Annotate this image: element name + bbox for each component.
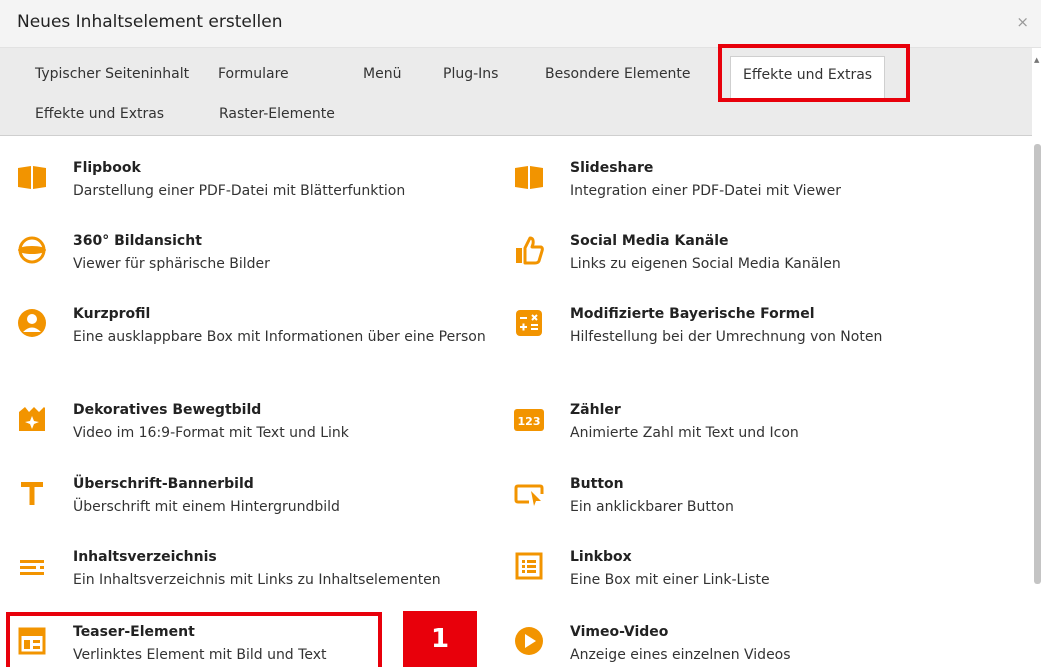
element-name: Linkbox bbox=[570, 549, 632, 565]
calculator-icon bbox=[516, 310, 542, 336]
element-name: Kurzprofil bbox=[73, 306, 151, 322]
tab-besondere-elemente[interactable]: Besondere Elemente bbox=[545, 66, 691, 82]
element-name: Inhaltsverzeichnis bbox=[73, 549, 217, 565]
element-name: Button bbox=[570, 476, 624, 492]
panorama-icon bbox=[18, 236, 46, 264]
element-name: Flipbook bbox=[73, 160, 141, 176]
counter-icon-label: 123 bbox=[518, 415, 541, 428]
tab-plug-ins[interactable]: Plug-Ins bbox=[443, 66, 498, 82]
tab-raster-elemente[interactable]: Raster-Elemente bbox=[219, 106, 335, 122]
element-desc: Anzeige eines einzelnen Videos bbox=[570, 647, 791, 663]
step-badge: 1 bbox=[403, 611, 477, 667]
element-name: 360° Bildansicht bbox=[73, 233, 202, 249]
teaser-highlight bbox=[6, 612, 382, 667]
scroll-up-icon[interactable]: ▲ bbox=[1034, 56, 1041, 64]
book-icon bbox=[515, 166, 543, 189]
element-name: Überschrift-Bannerbild bbox=[73, 476, 254, 492]
tab-menu[interactable]: Menü bbox=[363, 66, 401, 82]
element-name: Modifizierte Bayerische Formel bbox=[570, 306, 815, 322]
element-desc: Links zu eigenen Social Media Kanälen bbox=[570, 256, 841, 272]
active-tab-highlight bbox=[718, 44, 910, 102]
tab-effekte-und-extras[interactable]: Effekte und Extras bbox=[35, 106, 164, 122]
dialog-header: Neues Inhaltselement erstellen × bbox=[0, 0, 1041, 48]
element-name: Zähler bbox=[570, 402, 621, 418]
counter-icon: 123 bbox=[514, 409, 544, 431]
element-desc: Überschrift mit einem Hintergrundbild bbox=[73, 499, 340, 515]
play-icon bbox=[515, 627, 543, 655]
element-desc: Hilfestellung bei der Umrechnung von Not… bbox=[570, 329, 883, 345]
tab-typischer-seiteninhalt[interactable]: Typischer Seiteninhalt bbox=[35, 66, 189, 82]
close-icon[interactable]: × bbox=[1016, 13, 1029, 31]
element-name: Dekoratives Bewegtbild bbox=[73, 402, 262, 418]
tab-formulare[interactable]: Formulare bbox=[218, 66, 289, 82]
linkbox-icon bbox=[515, 552, 543, 580]
element-desc: Ein Inhaltsverzeichnis mit Links zu Inha… bbox=[73, 572, 441, 588]
book-icon bbox=[18, 166, 46, 189]
element-desc: Integration einer PDF-Datei mit Viewer bbox=[570, 183, 841, 199]
element-desc: Eine ausklappbare Box mit Informationen … bbox=[73, 329, 486, 345]
element-name: Slideshare bbox=[570, 160, 654, 176]
element-desc: Ein anklickbarer Button bbox=[570, 499, 734, 515]
element-desc: Eine Box mit einer Link-Liste bbox=[570, 572, 770, 588]
user-icon bbox=[18, 309, 46, 337]
element-desc: Darstellung einer PDF-Datei mit Blätterf… bbox=[73, 183, 406, 199]
element-name: Social Media Kanäle bbox=[570, 233, 729, 249]
list-icon bbox=[20, 560, 44, 575]
element-name: Vimeo-Video bbox=[570, 624, 669, 640]
element-desc: Animierte Zahl mit Text und Icon bbox=[570, 425, 799, 441]
scrollbar-thumb[interactable] bbox=[1034, 144, 1041, 584]
button-icon bbox=[514, 484, 544, 506]
video-sparkle-icon bbox=[19, 407, 45, 431]
element-desc: Video im 16:9-Format mit Text und Link bbox=[73, 425, 349, 441]
element-desc: Viewer für sphärische Bilder bbox=[73, 256, 270, 272]
dialog-title: Neues Inhaltselement erstellen bbox=[17, 12, 283, 32]
text-icon bbox=[21, 482, 43, 505]
thumbs-up-icon bbox=[516, 236, 544, 265]
